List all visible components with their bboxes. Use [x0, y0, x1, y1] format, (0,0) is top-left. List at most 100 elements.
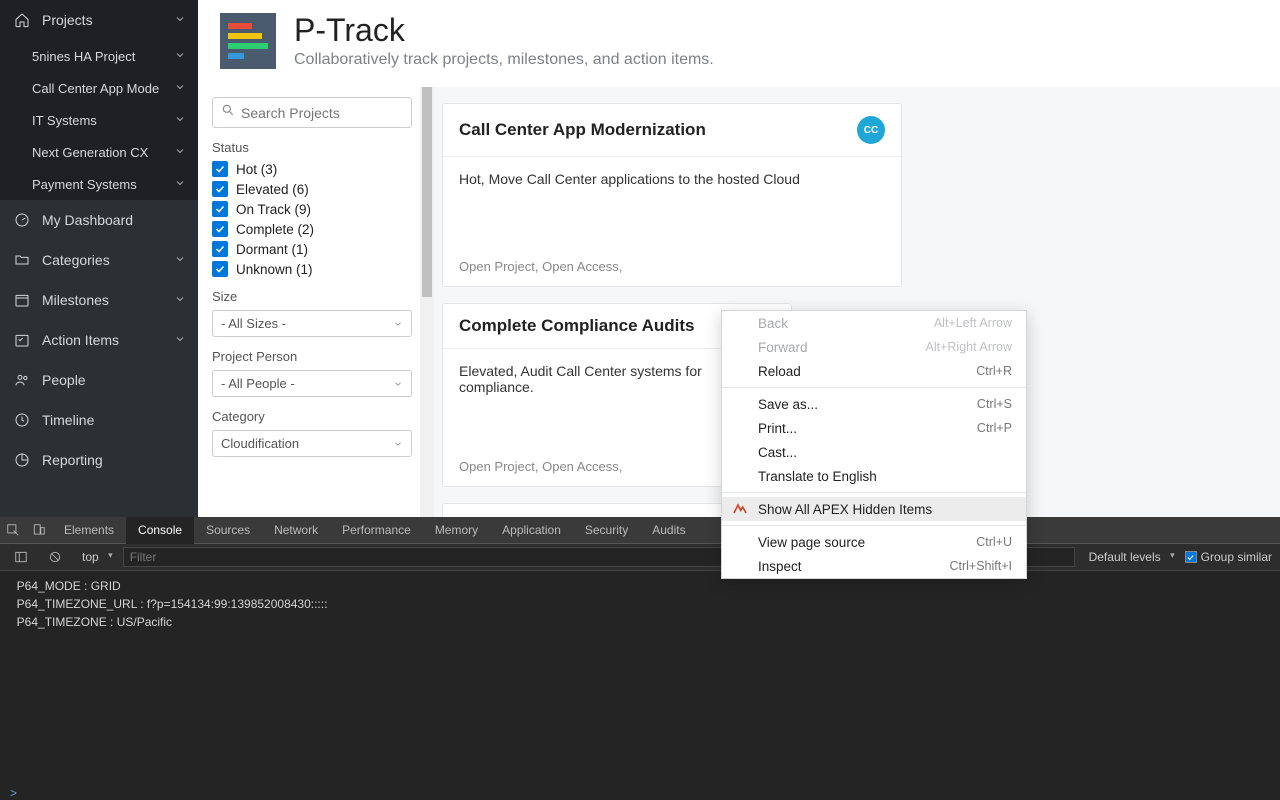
- device-toggle-icon[interactable]: [26, 523, 52, 537]
- status-hot[interactable]: Hot (3): [212, 161, 412, 177]
- chart-icon: [14, 452, 30, 468]
- app-title: P-Track: [294, 12, 714, 49]
- checkbox-checked-icon: [212, 201, 228, 217]
- ctx-save-as[interactable]: Save as...Ctrl+S: [722, 392, 1026, 416]
- chevron-down-icon: [393, 379, 403, 389]
- sidebar-item-categories[interactable]: Categories: [0, 240, 198, 280]
- size-select[interactable]: - All Sizes -: [212, 310, 412, 337]
- search-projects[interactable]: [212, 97, 412, 128]
- sidebar-item-dashboard[interactable]: My Dashboard: [0, 200, 198, 240]
- checkbox-checked-icon: [212, 241, 228, 257]
- ctx-print[interactable]: Print...Ctrl+P: [722, 416, 1026, 440]
- sidebar-child-1[interactable]: Call Center App Mode: [0, 72, 198, 104]
- card-title: Complete Compliance Audits: [459, 316, 695, 336]
- sidebar-projects-children: 5nines HA Project Call Center App Mode I…: [0, 40, 198, 200]
- status-complete[interactable]: Complete (2): [212, 221, 412, 237]
- app-subtitle: Collaboratively track projects, mileston…: [294, 51, 714, 69]
- ctx-show-apex-hidden[interactable]: Show All APEX Hidden Items: [722, 497, 1026, 521]
- status-on-track[interactable]: On Track (9): [212, 201, 412, 217]
- sidebar: Projects 5nines HA Project Call Center A…: [0, 0, 198, 517]
- sidebar-projects[interactable]: Projects: [0, 0, 198, 40]
- tab-console[interactable]: Console: [126, 517, 194, 544]
- ctx-translate[interactable]: Translate to English: [722, 464, 1026, 488]
- group-similar-checkbox[interactable]: Group similar: [1185, 550, 1272, 564]
- ctx-separator: [722, 387, 1026, 388]
- tab-performance[interactable]: Performance: [330, 517, 423, 544]
- search-icon: [221, 103, 235, 122]
- ctx-separator: [722, 525, 1026, 526]
- sidebar-item-milestones[interactable]: Milestones: [0, 280, 198, 320]
- checklist-icon: [14, 332, 30, 348]
- filter-panel: Status Hot (3) Elevated (6) On Track (9)…: [198, 87, 426, 517]
- chevron-down-icon: [393, 439, 403, 449]
- checkbox-checked-icon: [212, 261, 228, 277]
- checkbox-checked-icon: [212, 161, 228, 177]
- log-levels-select[interactable]: Default levels: [1083, 548, 1177, 566]
- search-input[interactable]: [241, 105, 422, 121]
- card-body: Hot, Move Call Center applications to th…: [443, 157, 901, 249]
- chevron-down-icon: [174, 81, 186, 96]
- sidebar-projects-label: Projects: [42, 12, 174, 28]
- size-label: Size: [212, 289, 412, 304]
- chevron-down-icon: [174, 292, 186, 308]
- project-card[interactable]: Call Center App Modernization CC Hot, Mo…: [442, 103, 902, 287]
- inspect-element-icon[interactable]: [0, 523, 26, 537]
- person-select[interactable]: - All People -: [212, 370, 412, 397]
- card-footer: Open Project, Open Access,: [443, 249, 901, 286]
- ctx-separator: [722, 492, 1026, 493]
- status-elevated[interactable]: Elevated (6): [212, 181, 412, 197]
- chevron-down-icon: [174, 113, 186, 128]
- tab-sources[interactable]: Sources: [194, 517, 262, 544]
- card-badge: CC: [857, 116, 885, 144]
- tab-elements[interactable]: Elements: [52, 517, 126, 544]
- ctx-cast[interactable]: Cast...: [722, 440, 1026, 464]
- sidebar-child-0[interactable]: 5nines HA Project: [0, 40, 198, 72]
- tab-security[interactable]: Security: [573, 517, 640, 544]
- console-output: P64_MODE : GRID P64_TIMEZONE_URL : f?p=1…: [0, 571, 1280, 786]
- ctx-reload[interactable]: ReloadCtrl+R: [722, 359, 1026, 383]
- tab-application[interactable]: Application: [490, 517, 573, 544]
- folder-icon: [14, 252, 30, 268]
- tab-audits[interactable]: Audits: [640, 517, 697, 544]
- status-dormant[interactable]: Dormant (1): [212, 241, 412, 257]
- sidebar-child-3[interactable]: Next Generation CX: [0, 136, 198, 168]
- sidebar-item-action-items[interactable]: Action Items: [0, 320, 198, 360]
- category-select[interactable]: Cloudification: [212, 430, 412, 457]
- context-select[interactable]: top: [76, 548, 115, 566]
- chevron-down-icon: [174, 49, 186, 64]
- clear-console-icon[interactable]: [42, 550, 68, 564]
- ctx-view-source[interactable]: View page sourceCtrl+U: [722, 530, 1026, 554]
- chevron-down-icon: [174, 332, 186, 348]
- console-line: P64_TIMEZONE : US/Pacific: [10, 613, 1270, 631]
- tab-memory[interactable]: Memory: [423, 517, 490, 544]
- checkbox-checked-icon: [212, 181, 228, 197]
- calendar-icon: [14, 292, 30, 308]
- ctx-back[interactable]: BackAlt+Left Arrow: [722, 311, 1026, 335]
- chevron-down-icon: [174, 12, 186, 28]
- sidebar-item-reporting[interactable]: Reporting: [0, 440, 198, 480]
- console-prompt[interactable]: >: [0, 786, 1280, 800]
- devtools-panel: Elements Console Sources Network Perform…: [0, 517, 1280, 800]
- console-line: P64_TIMEZONE_URL : f?p=154134:99:1398520…: [10, 595, 1270, 613]
- sidebar-child-2[interactable]: IT Systems: [0, 104, 198, 136]
- category-label: Category: [212, 409, 412, 424]
- ctx-inspect[interactable]: InspectCtrl+Shift+I: [722, 554, 1026, 578]
- people-icon: [14, 372, 30, 388]
- context-menu: BackAlt+Left Arrow ForwardAlt+Right Arro…: [721, 310, 1027, 579]
- console-toolbar: top Default levels Group similar: [0, 544, 1280, 571]
- clock-icon: [14, 412, 30, 428]
- card-title: Call Center App Modernization: [459, 120, 706, 140]
- ctx-forward[interactable]: ForwardAlt+Right Arrow: [722, 335, 1026, 359]
- sidebar-child-4[interactable]: Payment Systems: [0, 168, 198, 200]
- sidebar-item-timeline[interactable]: Timeline: [0, 400, 198, 440]
- tab-network[interactable]: Network: [262, 517, 330, 544]
- page-header: P-Track Collaboratively track projects, …: [198, 0, 1280, 87]
- home-icon: [14, 12, 30, 28]
- devtools-tabs: Elements Console Sources Network Perform…: [0, 517, 1280, 544]
- chevron-down-icon: [174, 177, 186, 192]
- sidebar-item-people[interactable]: People: [0, 360, 198, 400]
- filter-scrollbar-thumb[interactable]: [422, 87, 432, 297]
- status-unknown[interactable]: Unknown (1): [212, 261, 412, 277]
- console-sidebar-toggle-icon[interactable]: [8, 550, 34, 564]
- person-label: Project Person: [212, 349, 412, 364]
